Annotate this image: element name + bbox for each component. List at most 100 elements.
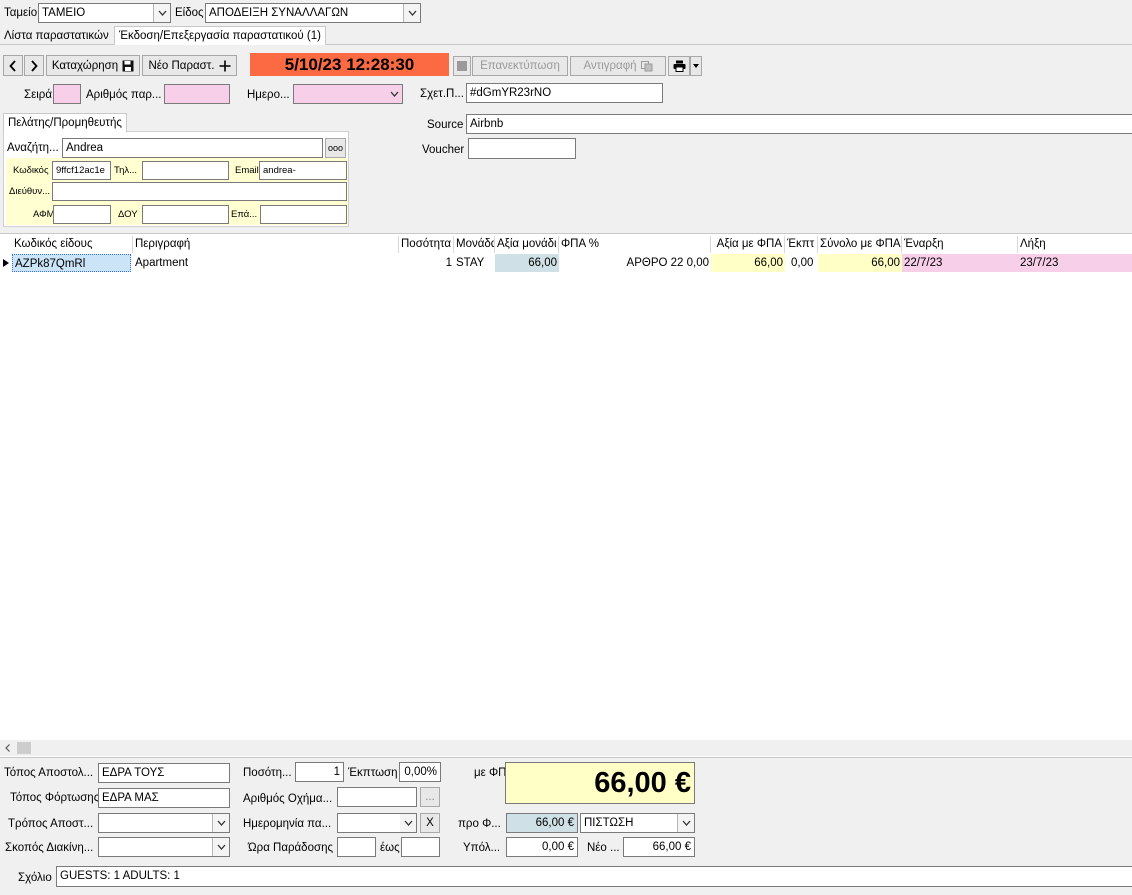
- dispatch-date-label: Ημερομηνία πα...: [243, 818, 332, 830]
- column-header-discount[interactable]: Έκπτ: [785, 236, 818, 253]
- cashier-label: Ταμείο: [4, 7, 38, 19]
- cell-end-date[interactable]: 23/7/23: [1018, 254, 1132, 272]
- dispatch-place-label: Τόπος Αποστολ...: [4, 767, 94, 779]
- plus-icon: [219, 60, 230, 71]
- horizontal-scrollbar[interactable]: [0, 740, 1132, 756]
- chevron-down-icon: [212, 814, 229, 832]
- tab-client-supplier[interactable]: Πελάτης/Προμηθευτής: [3, 113, 127, 132]
- column-header-vat[interactable]: ΦΠΑ %: [559, 236, 711, 253]
- save-button[interactable]: Καταχώρηση: [46, 55, 140, 76]
- cell-total[interactable]: 66,00: [818, 254, 902, 272]
- chevron-down-icon: [677, 814, 694, 832]
- chevron-down-icon: [400, 814, 416, 832]
- chevron-down-icon: [693, 64, 699, 68]
- print-button[interactable]: [668, 56, 690, 76]
- pre-vat-value: 66,00 €: [506, 813, 578, 833]
- column-header-end[interactable]: Λήξη: [1018, 236, 1132, 253]
- dispatch-place-input[interactable]: ΕΔΡΑ ΤΟΥΣ: [98, 763, 230, 783]
- client-doy-input[interactable]: [142, 205, 229, 224]
- chevron-down-icon: [386, 85, 402, 103]
- cell-value-with-vat[interactable]: 66,00: [711, 254, 785, 272]
- delivery-time-to-input[interactable]: [401, 837, 440, 857]
- payment-method-select[interactable]: ΠΙΣΤΩΣΗ: [580, 813, 695, 833]
- stop-icon: [457, 61, 467, 71]
- column-header-total[interactable]: Σύνολο με ΦΠΑ: [818, 236, 902, 253]
- column-header-code[interactable]: Κωδικός είδους: [12, 236, 133, 253]
- client-more-button[interactable]: ooo: [325, 138, 346, 158]
- cell-description[interactable]: Apartment: [133, 254, 205, 272]
- client-address-input[interactable]: [52, 182, 347, 201]
- client-code-label: Κωδικός: [13, 165, 49, 176]
- items-grid[interactable]: Κωδικός είδους Περιγραφή Ποσότητα Μονάδα…: [0, 233, 1132, 758]
- type-select[interactable]: ΑΠΟΔΕΙΞΗ ΣΥΝΑΛΛΑΓΩΝ: [205, 3, 421, 23]
- related-doc-input[interactable]: #dGmYR23rNO: [466, 83, 663, 103]
- document-number-input[interactable]: [164, 84, 230, 104]
- column-header-unit[interactable]: Μονάδα: [454, 236, 495, 253]
- column-header-description[interactable]: Περιγραφή: [133, 236, 399, 253]
- prev-button[interactable]: [3, 55, 23, 76]
- column-header-start[interactable]: Έναρξη: [902, 236, 1018, 253]
- datetime-display: 5/10/23 12:28:30: [250, 53, 449, 76]
- reprint-button[interactable]: Επανεκτύπωση: [472, 56, 568, 76]
- column-header-unit-value[interactable]: Αξία μονάδι: [495, 236, 559, 253]
- client-profession-input[interactable]: [260, 205, 347, 224]
- tab-document-list[interactable]: Λίστα παραστατικών: [0, 27, 113, 45]
- client-panel: Αναζήτη... Andrea ooo Κωδικός 9ffcf12ac1…: [3, 131, 349, 227]
- copy-button[interactable]: Αντιγραφή: [570, 56, 666, 76]
- client-search-input[interactable]: Andrea: [62, 138, 323, 158]
- dispatch-date-picker[interactable]: [337, 813, 417, 833]
- column-header-quantity[interactable]: Ποσότητα: [399, 236, 454, 253]
- dispatch-mode-select[interactable]: [98, 813, 230, 833]
- client-afm-label: ΑΦΜ: [33, 209, 55, 220]
- comment-input[interactable]: GUESTS: 1 ADULTS: 1: [56, 866, 1132, 887]
- purpose-select[interactable]: [98, 837, 230, 857]
- loading-place-input[interactable]: ΕΔΡΑ ΜΑΣ: [98, 788, 230, 808]
- tab-document-edit[interactable]: Έκδοση/Επεξεργασία παραστατικού (1): [114, 26, 326, 45]
- voucher-input[interactable]: [468, 138, 576, 159]
- vehicle-number-input[interactable]: [337, 787, 417, 807]
- client-email-input[interactable]: andrea-: [259, 161, 347, 180]
- column-header-value-with-vat[interactable]: Αξία με ΦΠΑ: [711, 236, 785, 253]
- stop-button[interactable]: [453, 56, 471, 76]
- quantity-input[interactable]: 1: [295, 762, 344, 782]
- series-label: Σειρά: [24, 89, 52, 101]
- cell-quantity[interactable]: 1: [399, 254, 454, 272]
- scroll-left-icon[interactable]: [5, 744, 10, 752]
- delivery-time-from-input[interactable]: [337, 837, 376, 857]
- cell-unit-value[interactable]: 66,00: [495, 254, 559, 272]
- cell-discount[interactable]: 0,00: [789, 254, 818, 272]
- chevron-down-icon: [153, 4, 170, 22]
- client-code-input[interactable]: 9ffcf12ac1e: [52, 161, 111, 180]
- discount-input[interactable]: 0,00%: [399, 762, 441, 782]
- vehicle-lookup-button[interactable]: ...: [420, 787, 440, 807]
- print-dropdown-button[interactable]: [690, 56, 702, 76]
- new-document-label: Νέο Παραστ.: [148, 59, 215, 72]
- chevron-down-icon: [403, 4, 420, 22]
- client-phone-label: Τηλ...: [114, 165, 138, 176]
- cashier-select[interactable]: ΤΑΜΕΙΟ: [38, 3, 171, 23]
- scrollbar-thumb[interactable]: [17, 742, 31, 754]
- type-value: ΑΠΟΔΕΙΞΗ ΣΥΝΑΛΛΑΓΩΝ: [209, 7, 349, 19]
- date-picker[interactable]: [293, 84, 403, 104]
- series-input[interactable]: [53, 84, 81, 104]
- cell-unit[interactable]: STAY: [454, 254, 495, 272]
- client-afm-input[interactable]: [53, 205, 111, 224]
- next-button[interactable]: [24, 55, 44, 76]
- cell-vat[interactable]: ΑΡΘΡΟ 22 0,00: [559, 254, 711, 272]
- cell-code[interactable]: AZPk87QmRl: [12, 254, 131, 272]
- voucher-label: Voucher: [422, 144, 465, 156]
- pre-vat-label: προ Φ...: [458, 818, 501, 830]
- clear-date-button[interactable]: X: [420, 813, 440, 833]
- total-with-vat-display: 66,00 €: [505, 762, 695, 804]
- new-document-button[interactable]: Νέο Παραστ.: [142, 55, 237, 76]
- until-label: έως: [380, 842, 400, 854]
- cell-start-date[interactable]: 22/7/23: [902, 254, 1018, 272]
- balance-value: 0,00 €: [506, 837, 578, 857]
- client-phone-input[interactable]: [142, 161, 229, 180]
- printer-icon: [673, 60, 685, 72]
- source-input[interactable]: Airbnb: [466, 114, 1132, 134]
- delivery-time-label: Ώρα Παράδοσης: [248, 842, 334, 854]
- new-balance-label: Νέο ...: [587, 842, 620, 854]
- client-profession-label: Επά...: [231, 209, 258, 220]
- loading-place-label: Τόπος Φόρτωσης: [10, 792, 100, 804]
